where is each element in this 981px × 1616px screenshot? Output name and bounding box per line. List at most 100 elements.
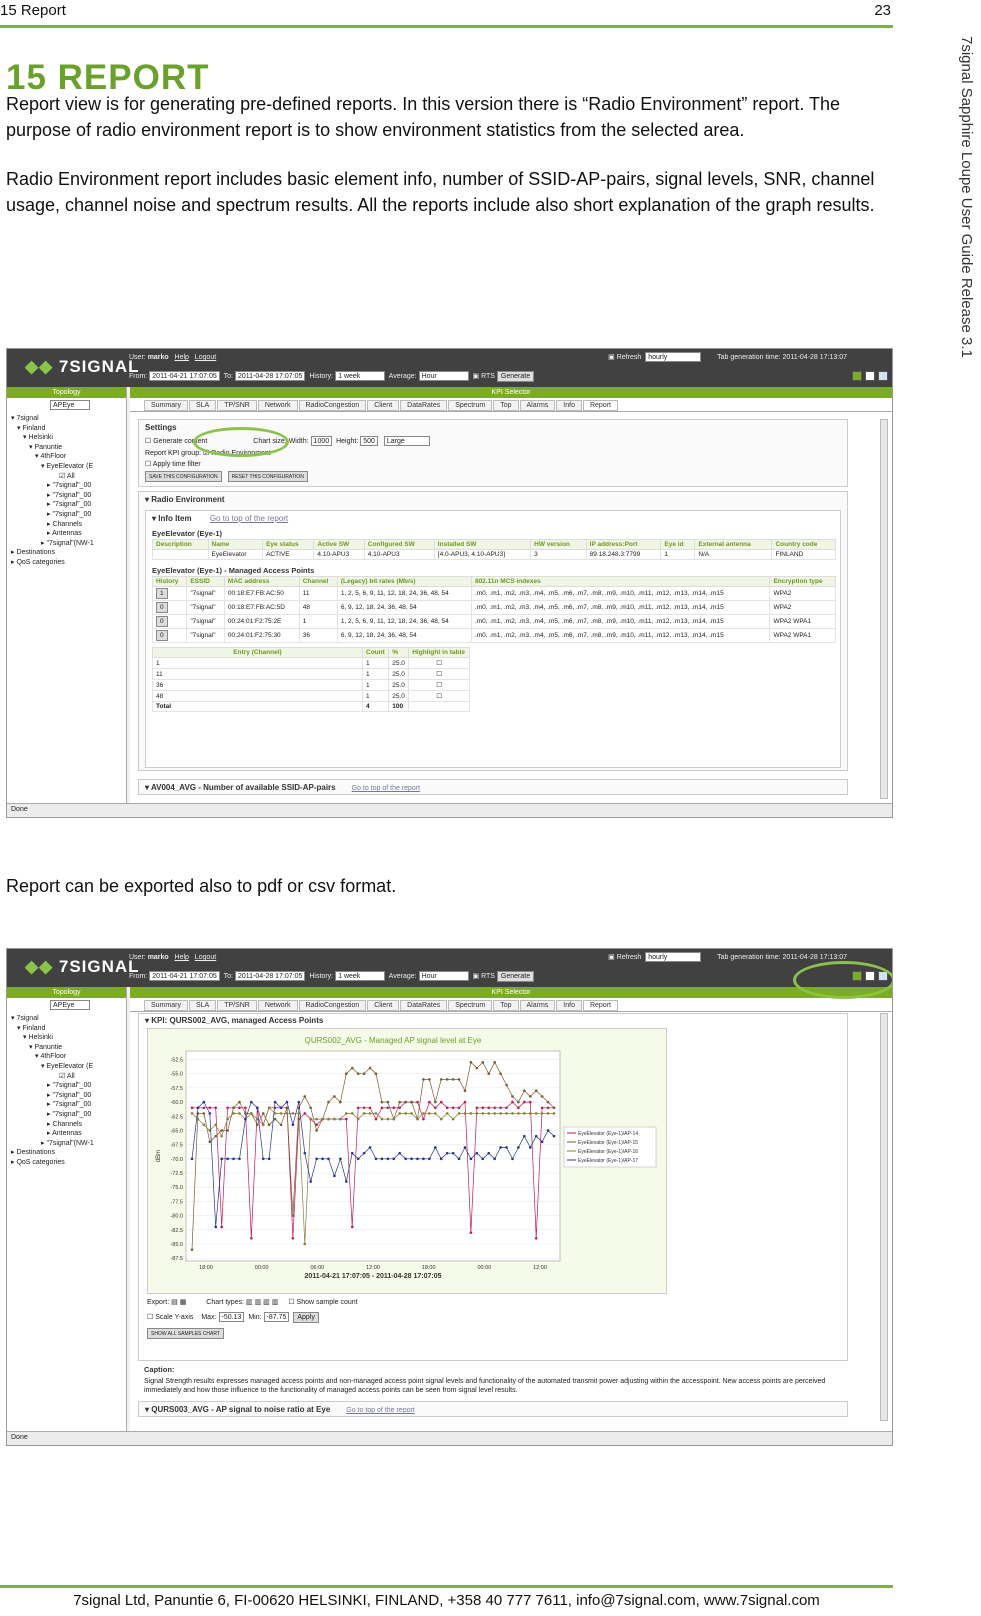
- tab-network[interactable]: Network: [257, 1000, 298, 1011]
- tree-node[interactable]: ▸ "7signal"_00: [11, 1081, 122, 1091]
- history-select[interactable]: 1 week: [335, 971, 386, 981]
- tree-node[interactable]: ▾ Helsinki: [11, 1033, 122, 1043]
- tab-network[interactable]: Network: [257, 400, 298, 411]
- tree-node[interactable]: ▾ EyeElevator (E: [11, 462, 122, 472]
- tree-node[interactable]: ▸ Destinations: [11, 548, 122, 558]
- tree-node[interactable]: ▸ "7signal"_00: [11, 1091, 122, 1101]
- tree-node[interactable]: ▸ "7signal"_00: [11, 491, 122, 501]
- topology-select[interactable]: APEye: [50, 1000, 90, 1010]
- tab-tpsnr[interactable]: TP/SNR: [217, 400, 257, 411]
- tab-summary[interactable]: Summary: [144, 400, 188, 411]
- goto-top-link[interactable]: Go to top of the report: [352, 785, 421, 792]
- tree-node[interactable]: ▾ Panuntie: [11, 1043, 122, 1053]
- logout-link[interactable]: Logout: [195, 954, 216, 961]
- tree-node[interactable]: ▸ Antennas: [11, 1129, 122, 1139]
- from-input[interactable]: 2011-04-21 17:07:05: [149, 971, 220, 981]
- tree-node[interactable]: ▸ Destinations: [11, 1148, 122, 1158]
- tree-node[interactable]: ▾ Panuntie: [11, 443, 122, 453]
- tab-sla[interactable]: SLA: [188, 400, 217, 411]
- scatter-chart-icon[interactable]: ▥: [263, 1299, 270, 1306]
- area-chart-icon[interactable]: ▥: [255, 1299, 262, 1306]
- highlight-checkbox[interactable]: ☐: [408, 679, 470, 691]
- tab-alarms[interactable]: Alarms: [519, 1000, 556, 1011]
- help-link[interactable]: Help: [175, 354, 189, 361]
- logout-link[interactable]: Logout: [195, 354, 216, 361]
- show-sample-checkbox[interactable]: ☐ Show sample count: [288, 1299, 357, 1306]
- tab-datarates[interactable]: DataRates: [400, 400, 448, 411]
- tree-node[interactable]: ▾ 4thFloor: [11, 1052, 122, 1062]
- main-scrollbar[interactable]: [880, 419, 888, 799]
- tab-report[interactable]: Report: [582, 400, 618, 411]
- tree-node[interactable]: ▸ Antennas: [11, 529, 122, 539]
- pdf-export-icon[interactable]: ▤: [171, 1299, 178, 1306]
- tab-top[interactable]: Top: [493, 1000, 519, 1011]
- apply-button[interactable]: Apply: [293, 1312, 319, 1323]
- tab-spectrum[interactable]: Spectrum: [448, 1000, 493, 1011]
- tab-client[interactable]: Client: [367, 400, 400, 411]
- help-icon[interactable]: [852, 371, 862, 381]
- save-config-button[interactable]: SAVE THIS CONFIGURATION: [145, 471, 222, 482]
- history-button[interactable]: 0: [156, 602, 168, 613]
- history-select[interactable]: 1 week: [335, 371, 386, 381]
- line-chart-icon[interactable]: ▥: [246, 1299, 253, 1306]
- tree-node[interactable]: ▸ QoS categories: [11, 558, 122, 568]
- tree-node[interactable]: ▸ "7signal"_00: [11, 510, 122, 520]
- width-input[interactable]: 1000: [310, 436, 333, 446]
- average-select[interactable]: Hour: [418, 371, 469, 381]
- highlight-checkbox[interactable]: ☐: [408, 690, 470, 702]
- apply-time-checkbox[interactable]: ☐ Apply time filter: [145, 460, 841, 468]
- refresh-select[interactable]: hourly: [645, 352, 702, 362]
- pdf-export-icon[interactable]: [865, 371, 875, 381]
- scale-y-checkbox[interactable]: ☐ Scale Y-axis: [147, 1314, 193, 1321]
- tree-node[interactable]: ▸ "7signal"(NW-1: [11, 539, 122, 549]
- tab-info[interactable]: Info: [556, 400, 582, 411]
- tab-summary[interactable]: Summary: [144, 1000, 188, 1011]
- average-select[interactable]: Hour: [418, 971, 469, 981]
- csv-export-icon[interactable]: [878, 371, 888, 381]
- tab-spectrum[interactable]: Spectrum: [448, 400, 493, 411]
- tree-node[interactable]: ▸ Channels: [11, 1120, 122, 1130]
- to-input[interactable]: 2011-04-28 17:07:05: [234, 971, 306, 981]
- bar-chart-icon[interactable]: ▥: [272, 1299, 279, 1306]
- tree-node[interactable]: ▸ "7signal"_00: [11, 1110, 122, 1120]
- tree-node[interactable]: ▾ 7signal: [11, 414, 122, 424]
- tree-node[interactable]: ▸ "7signal"_00: [11, 1100, 122, 1110]
- highlight-checkbox[interactable]: ☐: [408, 668, 470, 680]
- min-input[interactable]: -87.75: [263, 1312, 290, 1322]
- tree-node[interactable]: ☑ All: [11, 472, 122, 482]
- tree-node[interactable]: ▾ Finland: [11, 1024, 122, 1034]
- tree-node[interactable]: ▸ "7signal"_00: [11, 500, 122, 510]
- main-scrollbar[interactable]: [880, 1013, 888, 1421]
- show-all-samples-button[interactable]: SHOW ALL SAMPLES CHART: [147, 1328, 224, 1339]
- topology-select[interactable]: APEye: [50, 400, 90, 410]
- tree-node[interactable]: ▾ Finland: [11, 424, 122, 434]
- help-link[interactable]: Help: [175, 954, 189, 961]
- tab-client[interactable]: Client: [367, 1000, 400, 1011]
- size-select[interactable]: Large: [383, 436, 430, 446]
- tree-node[interactable]: ▾ 4thFloor: [11, 452, 122, 462]
- tree-node[interactable]: ▾ EyeElevator (E: [11, 1062, 122, 1072]
- max-input[interactable]: -50.13: [218, 1312, 245, 1322]
- tree-node[interactable]: ▾ 7signal: [11, 1014, 122, 1024]
- tree-node[interactable]: ▸ "7signal"_00: [11, 481, 122, 491]
- tab-sla[interactable]: SLA: [188, 1000, 217, 1011]
- tree-node[interactable]: ▸ QoS categories: [11, 1158, 122, 1168]
- tab-radiocongestion[interactable]: RadioCongestion: [298, 400, 367, 411]
- tree-node[interactable]: ☑ All: [11, 1072, 122, 1082]
- generate-button[interactable]: Generate: [496, 971, 535, 982]
- height-input[interactable]: 500: [360, 436, 378, 446]
- history-button[interactable]: 0: [156, 616, 168, 627]
- goto-top-link[interactable]: Go to top of the report: [346, 1407, 415, 1414]
- history-button[interactable]: 1: [156, 588, 168, 599]
- history-button[interactable]: 0: [156, 630, 168, 641]
- tab-report[interactable]: Report: [582, 1000, 618, 1011]
- tab-alarms[interactable]: Alarms: [519, 400, 556, 411]
- tab-top[interactable]: Top: [493, 400, 519, 411]
- refresh-select[interactable]: hourly: [645, 952, 702, 962]
- goto-top-link[interactable]: Go to top of the report: [210, 514, 288, 523]
- from-input[interactable]: 2011-04-21 17:07:05: [149, 371, 220, 381]
- reset-config-button[interactable]: RESET THIS CONFIGURATION: [227, 471, 308, 482]
- to-input[interactable]: 2011-04-28 17:07:05: [234, 371, 306, 381]
- tab-radiocongestion[interactable]: RadioCongestion: [298, 1000, 367, 1011]
- tree-node[interactable]: ▸ "7signal"(NW-1: [11, 1139, 122, 1149]
